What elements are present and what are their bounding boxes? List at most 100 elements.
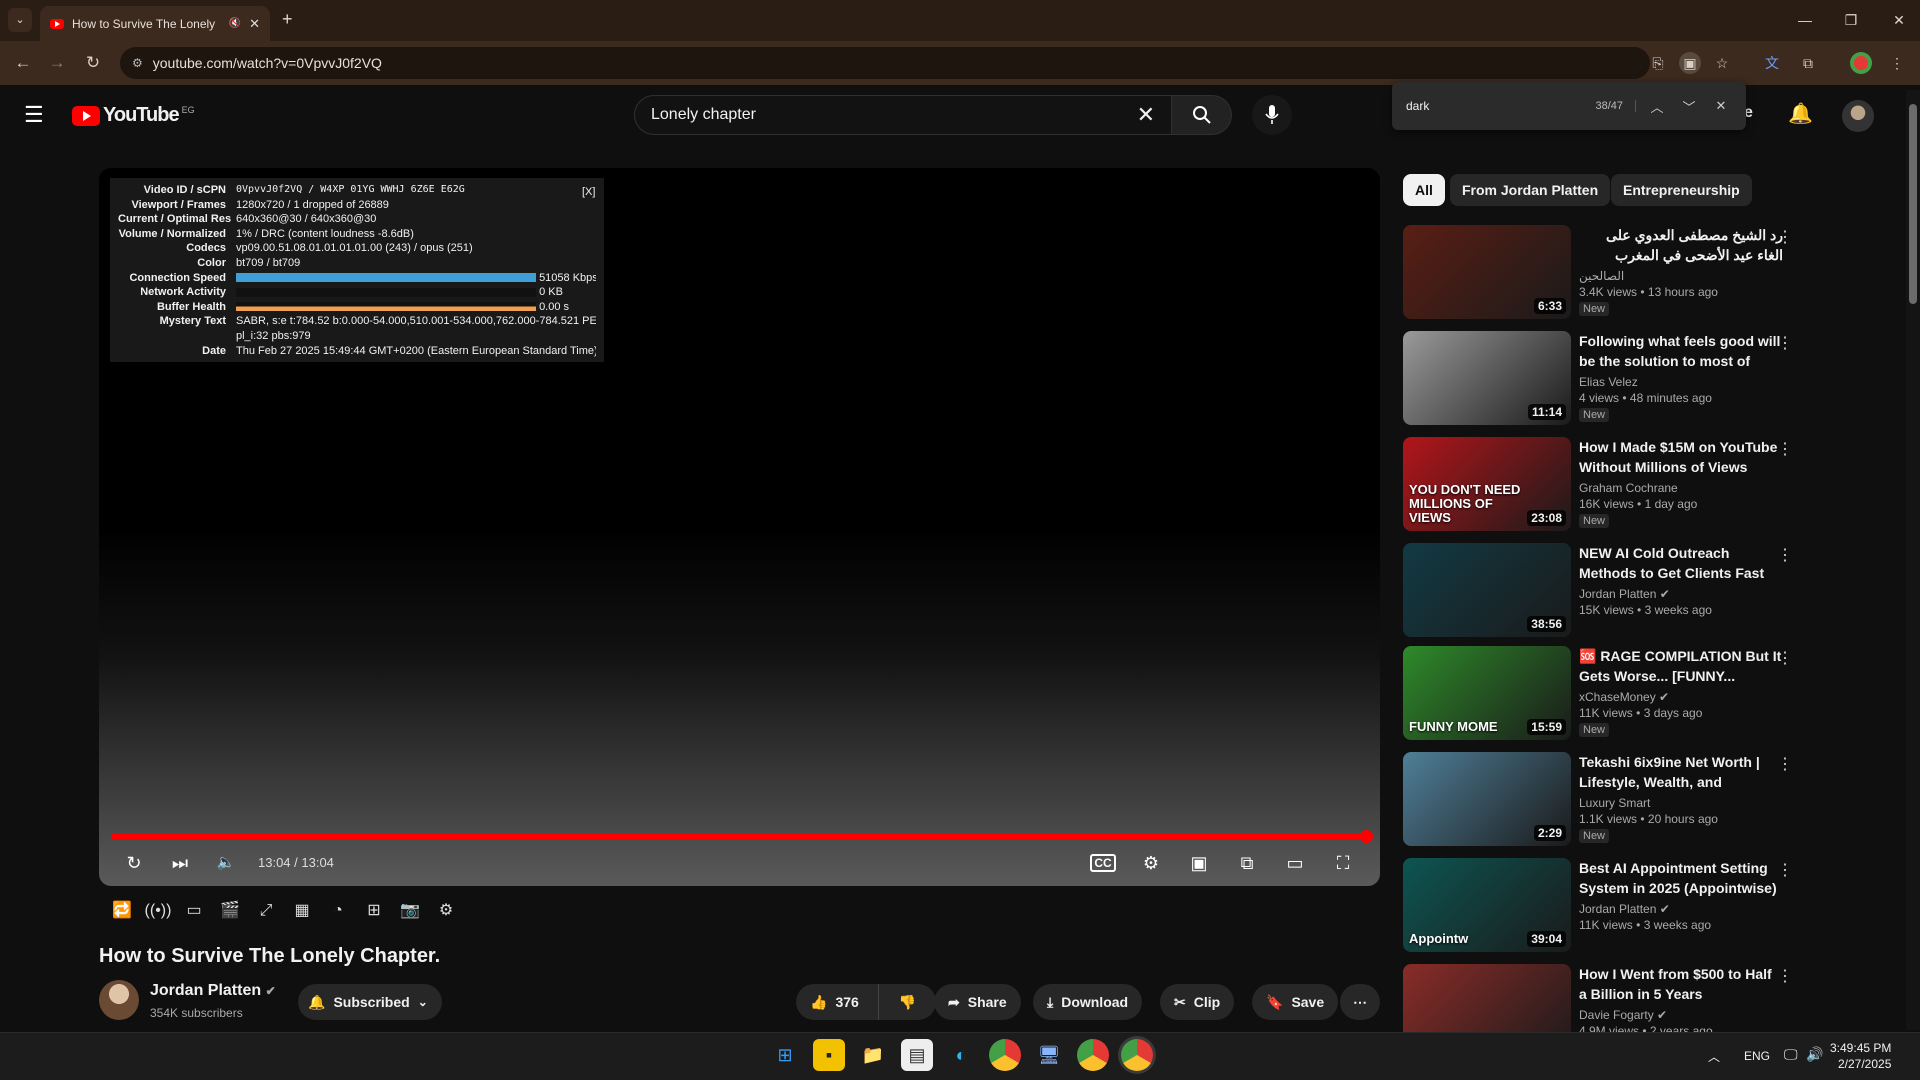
recommended-video-card[interactable]: FUNNY MOME 15:59 🆘 RAGE COMPILATION But It… [1403,646,1795,742]
dislike-button[interactable]: 👎 [878,984,936,1020]
search-button[interactable] [1172,95,1232,135]
recommended-video-card[interactable]: 2:29 Tekashi 6ix9ine Net Worth | Lifestyl… [1403,752,1795,848]
video-thumbnail[interactable]: Appointw 39:04 [1403,858,1571,952]
chip-entrepreneurship[interactable]: Entrepreneurship [1611,174,1752,206]
recommended-channel-name[interactable]: Jordan Platten ✔ [1579,902,1783,916]
recommended-channel-name[interactable]: xChaseMoney ✔ [1579,690,1783,704]
stats-close-button[interactable]: [X] [582,186,595,198]
video-progress-bar[interactable] [112,834,1368,839]
channel-avatar[interactable] [99,980,139,1020]
recommended-video-title[interactable]: 🆘 RAGE COMPILATION But It Gets Worse... … [1579,646,1783,686]
volume-tray-icon[interactable]: 🔊 [1806,1046,1823,1063]
more-options-icon[interactable]: ⋮ [1775,966,1795,986]
recommended-video-title[interactable]: Tekashi 6ix9ine Net Worth | Lifestyle, W… [1579,752,1783,792]
recommended-video-card[interactable]: YOU DON'T NEED MILLIONS OF VIEWS 23:08 How… [1403,437,1795,533]
profile-avatar-icon[interactable] [1850,52,1872,74]
account-avatar[interactable] [1842,100,1874,132]
recommended-video-card[interactable]: Appointw 39:04 Best AI Appointment Setting… [1403,858,1795,954]
clip-button[interactable]: ✂ Clip [1160,984,1235,1020]
audio-mode-icon[interactable]: ((•)) [144,900,172,922]
chrome-profile-icon[interactable] [1077,1039,1109,1071]
expand-icon[interactable]: ⤢ [252,900,280,922]
theater-mode-icon[interactable]: ▭ [1279,850,1311,876]
chrome-icon[interactable] [989,1039,1021,1071]
more-options-icon[interactable]: ⋮ [1775,227,1795,247]
video-thumbnail[interactable]: FUNNY MOME 15:59 [1403,646,1571,740]
screenshot-camera-icon[interactable]: 📷 [396,900,424,922]
recommended-channel-name[interactable]: Davie Fogarty ✔ [1579,1008,1783,1022]
recommended-channel-name[interactable]: Luxury Smart [1579,796,1783,810]
loop-icon[interactable]: 🔁 [108,900,136,922]
subscribed-button[interactable]: 🔔 Subscribed ⌄ [298,984,442,1020]
find-previous-icon[interactable]: ︿ [1646,97,1668,116]
translate-icon[interactable]: 文 [1761,52,1783,74]
channel-name[interactable]: Jordan Platten ✔ [150,982,276,1000]
browser-menu-icon[interactable]: ⋮ [1886,52,1908,74]
site-info-icon[interactable]: ⚙ [132,56,143,70]
sticky-notes-icon[interactable]: ▪ [813,1039,845,1071]
recommended-video-title[interactable]: Best AI Appointment Setting System in 20… [1579,858,1783,898]
progress-scrubber-handle[interactable] [1360,830,1373,843]
clear-search-icon[interactable]: ✕ [1137,102,1155,128]
more-options-icon[interactable]: ⋮ [1775,333,1795,353]
find-close-icon[interactable]: ✕ [1710,98,1732,114]
save-button[interactable]: 🔖 Save [1252,984,1339,1020]
video-thumbnail[interactable]: 38:56 [1403,543,1571,637]
recommended-video-title[interactable]: How I Went from $500 to Half a Billion i… [1579,964,1783,1004]
recommended-video-card[interactable]: 38:56 NEW AI Cold Outreach Methods to Get… [1403,543,1795,639]
video-thumbnail[interactable]: 2:29 [1403,752,1571,846]
network-icon[interactable]: 🖵 [1784,1046,1798,1063]
search-input[interactable]: Lonely chapter ✕ [634,95,1172,135]
tab-close-icon[interactable]: ✕ [249,16,260,32]
more-actions-button[interactable]: ⋯ [1340,984,1380,1020]
remote-desktop-icon[interactable]: 🖥 [1033,1039,1065,1071]
minimize-button[interactable]: — [1790,8,1820,32]
tray-chevron-icon[interactable]: ︿ [1708,1048,1720,1065]
hamburger-menu-icon[interactable]: ☰ [24,102,44,128]
extension-settings-icon[interactable]: ⚙ [432,900,460,922]
replay-icon[interactable]: ↻ [118,850,150,876]
recommended-channel-name[interactable]: Jordan Platten ✔ [1579,587,1783,601]
recommended-channel-name[interactable]: Elias Velez [1579,375,1783,389]
tab-search-button[interactable]: ⌄ [8,8,32,32]
cinema-mode-icon[interactable]: 🎬 [216,900,244,922]
notifications-bell-icon[interactable]: 🔔 [1788,101,1813,126]
playback-speed-icon[interactable]: ◔ [324,900,352,922]
hide-video-icon[interactable]: ▭ [180,900,208,922]
miniplayer-icon[interactable]: ▣ [1183,850,1215,876]
start-windows-icon[interactable]: ⊞ [769,1039,801,1071]
edge-browser-icon[interactable]: ◐ [945,1039,977,1071]
volume-icon[interactable]: 🔈 [210,850,242,876]
more-options-icon[interactable]: ⋮ [1775,860,1795,880]
forward-icon[interactable]: → [44,50,70,76]
restore-button[interactable]: ❐ [1836,8,1866,32]
more-options-icon[interactable]: ⋮ [1775,439,1795,459]
new-tab-button[interactable]: + [282,9,293,30]
scrollbar-thumb[interactable] [1909,104,1917,304]
file-explorer-icon[interactable]: 📁 [857,1039,889,1071]
video-thumbnail[interactable]: 6:33 [1403,225,1571,319]
close-window-button[interactable]: ✕ [1884,8,1914,32]
more-options-icon[interactable]: ⋮ [1775,754,1795,774]
recommended-video-card[interactable]: 11:14 Following what feels good will be t… [1403,331,1795,427]
reader-mode-icon[interactable]: ▣ [1679,52,1701,74]
more-options-icon[interactable]: ⋮ [1775,545,1795,565]
video-thumbnail[interactable]: 11:14 [1403,331,1571,425]
more-options-icon[interactable]: ⋮ [1775,648,1795,668]
chip-all[interactable]: All [1403,174,1445,206]
recommended-channel-name[interactable]: Graham Cochrane [1579,481,1783,495]
download-button[interactable]: ⤓ Download [1033,984,1143,1020]
browser-tab-active[interactable]: How to Survive The Lonely 🔇 ✕ [40,6,270,41]
picture-in-picture-icon[interactable]: ⧉ [1231,850,1263,876]
recommended-video-title[interactable]: رد الشيخ مصطفى العدوي على الغاء عيد الأض… [1579,225,1783,265]
recommended-video-card[interactable]: 6:33 رد الشيخ مصطفى العدوي على الغاء عيد … [1403,225,1795,321]
share-button[interactable]: ➦ Share [934,984,1021,1020]
next-video-icon[interactable]: ⏭ [164,850,196,876]
extensions-icon[interactable]: ⧉ [1797,52,1819,74]
taskbar-clock[interactable]: 3:49:45 PM 2/27/2025 [1830,1040,1891,1072]
film-strip-icon[interactable]: ▦ [288,900,316,922]
chip-from-channel[interactable]: From Jordan Platten [1450,174,1611,206]
recommended-video-title[interactable]: NEW AI Cold Outreach Methods to Get Clie… [1579,543,1783,583]
recommended-video-title[interactable]: Following what feels good will be the so… [1579,331,1783,371]
fullscreen-icon[interactable]: ⛶ [1327,850,1359,876]
